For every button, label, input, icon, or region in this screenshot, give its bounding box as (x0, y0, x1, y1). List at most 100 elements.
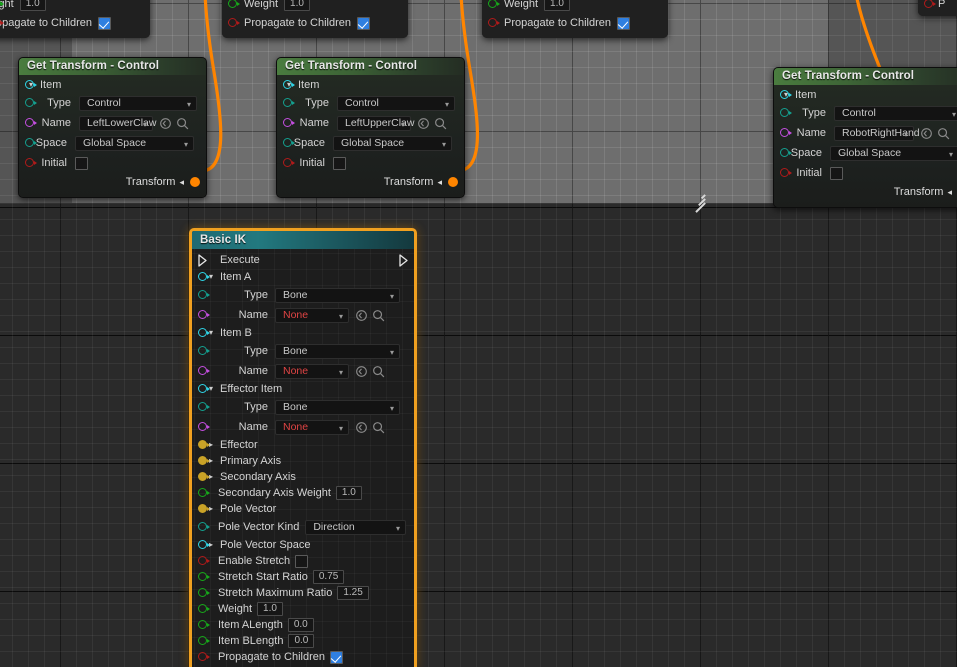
pin-space[interactable] (25, 137, 37, 149)
pin-effector[interactable] (198, 439, 210, 451)
type-dropdown[interactable]: Bone ▾ (275, 343, 400, 359)
pin-enable-stretch[interactable] (198, 555, 210, 567)
node-row-pole-vector-kind[interactable]: Pole Vector Kind Direction ▾ (192, 517, 414, 537)
partial-node-right[interactable]: P (918, 0, 957, 16)
node-row-weight[interactable]: Weight 1.0 (192, 601, 414, 617)
pin-pole-vector-kind[interactable] (198, 521, 210, 533)
node-row-output[interactable]: Transform ◂ (774, 183, 957, 201)
search-icon[interactable] (372, 421, 385, 434)
weight-value[interactable]: 1.0 (19, 0, 46, 11)
pin-item-a[interactable] (198, 271, 210, 283)
pin-name-b[interactable] (198, 365, 210, 377)
node-row-type[interactable]: Type Bone ▾ (192, 341, 414, 361)
pin-name[interactable] (25, 117, 37, 129)
pin-name-effector[interactable] (198, 421, 210, 433)
name-dropdown[interactable]: RobotRightHand ▾ (834, 125, 920, 141)
pin-item[interactable] (25, 79, 37, 91)
pin-effector-item[interactable] (198, 383, 210, 395)
node-row-execute[interactable]: Execute (192, 251, 414, 269)
node-row[interactable]: Weight 1.0 (482, 0, 668, 12)
weight-value[interactable]: 1.0 (284, 0, 310, 11)
name-dropdown[interactable]: None ▾ (275, 307, 349, 323)
reset-icon[interactable] (355, 365, 368, 378)
triangle-right-icon[interactable]: ▸ (209, 541, 218, 549)
pin-pole-vector-space[interactable] (198, 539, 210, 551)
pin-secondary-axis[interactable] (198, 471, 210, 483)
node-get-transform-control-right[interactable]: Get Transform - Control ▾ Item Type Cont… (773, 67, 957, 208)
pin-item-b-length[interactable] (198, 635, 210, 647)
pin-stretch-maximum-ratio[interactable] (198, 587, 210, 599)
node-row-effector[interactable]: ▸ Effector (192, 437, 414, 453)
pin-item[interactable] (283, 79, 295, 91)
pin-space[interactable] (780, 147, 792, 159)
node-row-initial[interactable]: Initial (19, 153, 206, 173)
node-row-type[interactable]: Type Bone ▾ (192, 397, 414, 417)
partial-node-mid-2[interactable]: Weight 1.0 Propagate to Children (482, 0, 668, 38)
item-a-length-value[interactable]: 0.0 (287, 618, 314, 632)
node-row-stretch-maximum-ratio[interactable]: Stretch Maximum Ratio 1.25 (192, 585, 414, 601)
pin-type-effector[interactable] (198, 401, 210, 413)
node-row-effector-item[interactable]: ▾ Effector Item (192, 381, 414, 397)
pin-weight[interactable] (198, 603, 210, 615)
pin-space[interactable] (283, 137, 295, 149)
stretch-start-ratio-value[interactable]: 0.75 (312, 570, 345, 584)
triangle-right-icon[interactable]: ▸ (209, 441, 218, 449)
pin-propagate[interactable] (0, 17, 4, 29)
node-row-type[interactable]: Type Control ▾ (774, 103, 957, 123)
pin-weight[interactable] (228, 0, 240, 10)
node-row-name[interactable]: Name LeftUpperClaw ▾ (277, 113, 464, 133)
reset-icon[interactable] (159, 117, 172, 130)
node-row[interactable]: Propagate to Children (482, 15, 668, 31)
pin-pole-vector[interactable] (198, 503, 210, 515)
pin-name[interactable] (283, 117, 295, 129)
node-row-initial[interactable]: Initial (774, 163, 957, 183)
node-row-primary-axis[interactable]: ▸ Primary Axis (192, 453, 414, 469)
graph-panel-bottom[interactable] (0, 203, 957, 667)
item-b-length-value[interactable]: 0.0 (288, 634, 315, 648)
pin-transform-output[interactable] (189, 176, 200, 188)
pin-weight[interactable] (0, 0, 4, 10)
reset-icon[interactable] (417, 117, 430, 130)
pin-propagate[interactable] (228, 17, 240, 29)
triangle-down-icon[interactable]: ▾ (209, 385, 218, 393)
triangle-right-icon[interactable]: ▸ (209, 505, 218, 513)
type-dropdown[interactable]: Bone ▾ (275, 287, 400, 303)
pin-exec-out[interactable] (399, 253, 410, 267)
node-get-transform-control-mid[interactable]: Get Transform - Control ▾ Item Type Cont… (276, 57, 465, 198)
node-row-propagate-to-children[interactable]: Propagate to Children (192, 649, 414, 665)
name-dropdown[interactable]: None ▾ (275, 419, 349, 435)
node-row-space[interactable]: Space Global Space ▾ (19, 133, 206, 153)
pin-item-a-length[interactable] (198, 619, 210, 631)
node-row[interactable]: P (918, 0, 957, 12)
reset-icon[interactable] (355, 309, 368, 322)
reset-icon[interactable] (920, 127, 933, 140)
node-row-output[interactable]: Transform ◂ (19, 173, 206, 191)
node-row-item[interactable]: ▾ Item (277, 77, 464, 93)
partial-node-left[interactable]: ight 1.0 opagate to Children (0, 0, 150, 38)
pin-transform-output[interactable] (447, 176, 458, 188)
weight-value[interactable]: 1.0 (257, 602, 283, 616)
pin-propagate[interactable] (488, 17, 500, 29)
enable-stretch-checkbox[interactable] (295, 554, 309, 568)
search-icon[interactable] (176, 117, 189, 130)
node-row-name[interactable]: Name None ▾ (192, 305, 414, 325)
pin-initial[interactable] (780, 167, 792, 179)
node-row-secondary-axis-weight[interactable]: Secondary Axis Weight 1.0 (192, 485, 414, 501)
search-icon[interactable] (372, 365, 385, 378)
pin-type-b[interactable] (198, 345, 210, 357)
node-row-item-b[interactable]: ▾ Item B (192, 325, 414, 341)
space-dropdown[interactable]: Global Space ▾ (333, 135, 452, 151)
node-row-item[interactable]: ▾ Item (774, 87, 957, 103)
pin-item-b[interactable] (198, 327, 210, 339)
pin-weight[interactable] (488, 0, 500, 10)
propagate-to-children-checkbox[interactable] (330, 650, 344, 664)
triangle-down-icon[interactable]: ▾ (209, 273, 218, 281)
pin-item[interactable] (780, 89, 792, 101)
triangle-right-icon[interactable]: ▸ (209, 457, 218, 465)
node-row-enable-stretch[interactable]: Enable Stretch (192, 553, 414, 569)
type-dropdown[interactable]: Control ▾ (337, 95, 455, 111)
pin-exec-in[interactable] (198, 253, 209, 267)
pin-initial[interactable] (25, 157, 37, 169)
pin-type[interactable] (283, 97, 295, 109)
node-row-space[interactable]: Space Global Space ▾ (774, 143, 957, 163)
